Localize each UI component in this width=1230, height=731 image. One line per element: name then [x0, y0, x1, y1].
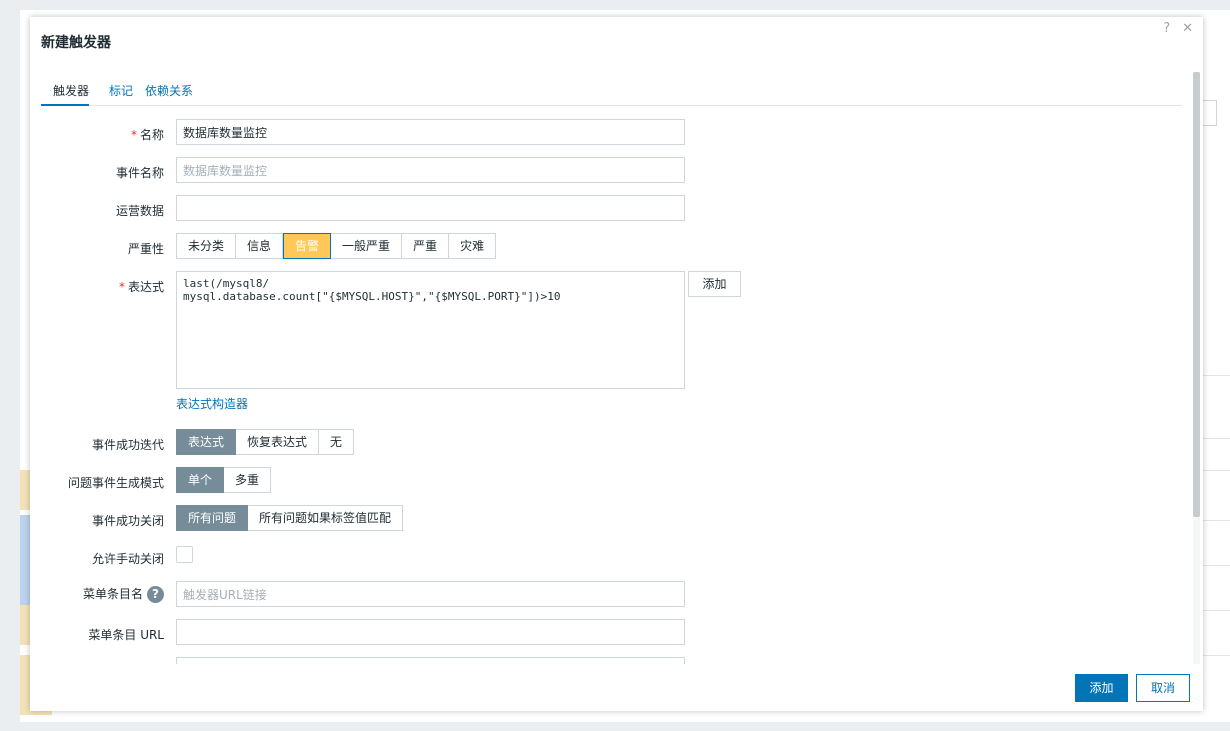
ok-closes-all-option[interactable]: 所有问题	[176, 505, 249, 531]
problem-mode-label: 问题事件生成模式	[67, 476, 164, 490]
expression-textarea[interactable]: last(/mysql8/ mysql.database.count["{$MY…	[176, 271, 685, 389]
event-name-label: 事件名称	[115, 166, 164, 180]
description-input[interactable]	[176, 657, 685, 664]
severity-warning[interactable]: 告警	[283, 233, 332, 259]
severity-information[interactable]: 信息	[236, 233, 284, 259]
new-trigger-dialog: 新建触发器 ? ✕ 触发器 标记 依赖关系 * 名称 数据库数量监控 事件名称 数…	[30, 17, 1203, 711]
manual-close-checkbox[interactable]	[176, 546, 193, 563]
event-name-input[interactable]: 数据库数量监控	[176, 157, 685, 183]
severity-label: 严重性	[127, 242, 164, 256]
name-input[interactable]: 数据库数量监控	[176, 119, 685, 145]
severity-selector: 未分类 信息 告警 一般严重 严重 灾难	[176, 233, 497, 259]
dialog-title: 新建触发器	[41, 35, 111, 51]
scrollbar-thumb[interactable]	[1193, 72, 1200, 517]
ok-closes-label: 事件成功关闭	[91, 514, 164, 528]
problem-mode-selector: 单个 多重	[176, 467, 272, 493]
opdata-input[interactable]	[176, 195, 685, 221]
name-label: * 名称	[130, 128, 164, 142]
ok-event-none-option[interactable]: 无	[319, 429, 355, 455]
tab-tags[interactable]: 标记	[109, 80, 133, 106]
severity-high[interactable]: 严重	[402, 233, 450, 259]
dialog-tabs: 触发器 标记 依赖关系	[41, 80, 1182, 106]
ok-event-generation-selector: 表达式 恢复表达式 无	[176, 429, 355, 455]
ok-event-generation-label: 事件成功迭代	[91, 438, 164, 452]
ok-closes-selector: 所有问题 所有问题如果标签值匹配	[176, 505, 404, 531]
severity-not-classified[interactable]: 未分类	[176, 233, 237, 259]
expression-add-button[interactable]: 添加	[688, 271, 741, 297]
expression-label: * 表达式	[118, 280, 164, 294]
ok-event-recovery-option[interactable]: 恢复表达式	[236, 429, 320, 455]
problem-mode-single-option[interactable]: 单个	[176, 467, 225, 493]
help-icon[interactable]: ?	[1163, 21, 1170, 36]
severity-disaster[interactable]: 灾难	[449, 233, 497, 259]
menu-name-label: 菜单条目名?	[83, 585, 164, 603]
next-field-row	[30, 657, 1180, 664]
add-button[interactable]: 添加	[1075, 674, 1128, 702]
ok-event-expression-option[interactable]: 表达式	[176, 429, 237, 455]
close-icon[interactable]: ✕	[1182, 21, 1193, 36]
background-input	[1201, 100, 1217, 126]
dialog-controls: ? ✕	[1163, 21, 1193, 36]
menu-url-input[interactable]	[176, 619, 685, 645]
manual-close-label: 允许手动关闭	[91, 552, 164, 566]
help-icon[interactable]: ?	[147, 586, 164, 603]
opdata-label: 运营数据	[115, 204, 164, 218]
expression-builder-link[interactable]: 表达式构造器	[176, 395, 248, 412]
cancel-button[interactable]: 取消	[1136, 674, 1190, 702]
ok-closes-tag-match-option[interactable]: 所有问题如果标签值匹配	[248, 505, 404, 531]
tab-trigger[interactable]: 触发器	[41, 80, 90, 106]
menu-name-input[interactable]: 触发器URL链接	[176, 581, 685, 607]
tab-dependencies[interactable]: 依赖关系	[145, 80, 193, 106]
menu-url-label: 菜单条目 URL	[88, 628, 164, 642]
problem-mode-multiple-option[interactable]: 多重	[224, 467, 272, 493]
severity-average[interactable]: 一般严重	[331, 233, 403, 259]
